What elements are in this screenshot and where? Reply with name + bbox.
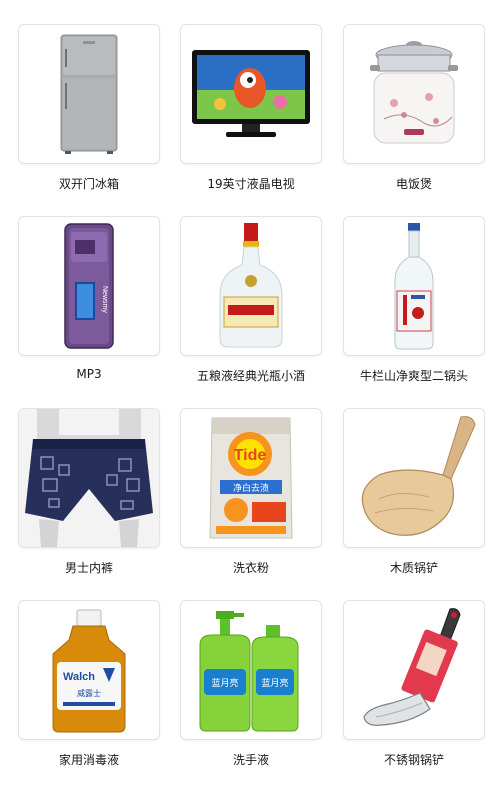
- product-card-refrigerator[interactable]: 双开门冰箱: [18, 24, 162, 192]
- tide-subtitle: 净白去渍: [233, 482, 269, 494]
- product-label[interactable]: 家用消毒液: [18, 751, 160, 768]
- product-card-lcd-tv[interactable]: 19英寸液晶电视: [180, 24, 324, 192]
- mp3-brand: Newsmy: [101, 286, 108, 313]
- disinfectant-bottle-icon: Walch 威露士: [52, 609, 126, 733]
- hand-soap-icon: 蓝月亮 蓝月亮: [199, 611, 299, 732]
- wooden-spatula-icon: [361, 416, 476, 536]
- steel-spatula-icon: [363, 608, 461, 726]
- product-label[interactable]: 双开门冰箱: [18, 175, 160, 192]
- product-card-erguotou[interactable]: 牛栏山净爽型二锅头: [343, 216, 487, 384]
- product-label[interactable]: 不锈钢锅铲: [343, 751, 485, 768]
- mp3-player-icon: Newsmy: [64, 223, 114, 349]
- product-card-wuliangye[interactable]: 五粮液经典光瓶小酒: [180, 216, 324, 384]
- product-label[interactable]: 洗衣粉: [180, 559, 322, 576]
- product-card-rice-cooker[interactable]: 电饭煲: [343, 24, 487, 192]
- product-thumbnail[interactable]: [18, 408, 160, 548]
- lcd-tv-icon: [192, 50, 310, 137]
- product-card-underwear[interactable]: 男士内裤: [18, 408, 162, 576]
- lanyueliang-logo-1: 蓝月亮: [211, 677, 238, 689]
- product-thumbnail[interactable]: 蓝月亮 蓝月亮: [180, 600, 322, 740]
- tide-logo: Tide: [234, 447, 267, 464]
- refrigerator-icon: [60, 34, 118, 154]
- laundry-detergent-icon: Tide 净白去渍: [209, 417, 293, 539]
- erguotou-bottle-icon: [394, 223, 434, 350]
- product-thumbnail[interactable]: [343, 216, 485, 356]
- product-thumbnail[interactable]: Newsmy: [18, 216, 160, 356]
- walch-logo: Walch: [63, 671, 95, 683]
- product-card-disinfectant[interactable]: Walch 威露士 家用消毒液: [18, 600, 162, 768]
- product-label[interactable]: 男士内裤: [18, 559, 160, 576]
- product-card-wooden-spatula[interactable]: 木质锅铲: [343, 408, 487, 576]
- product-thumbnail[interactable]: [343, 600, 485, 740]
- product-label[interactable]: 木质锅铲: [343, 559, 485, 576]
- product-label[interactable]: 五粮液经典光瓶小酒: [180, 367, 322, 384]
- product-thumbnail[interactable]: Tide 净白去渍: [180, 408, 322, 548]
- product-card-mp3[interactable]: Newsmy MP3: [18, 216, 162, 381]
- rice-cooker-icon: [370, 41, 458, 144]
- product-card-hand-soap[interactable]: 蓝月亮 蓝月亮 洗手液: [180, 600, 324, 768]
- walch-subtitle: 威露士: [77, 688, 101, 698]
- product-label[interactable]: MP3: [18, 367, 160, 381]
- product-label[interactable]: 电饭煲: [343, 175, 485, 192]
- liquor-bottle-icon: [219, 223, 283, 348]
- lanyueliang-logo-2: 蓝月亮: [261, 677, 288, 689]
- product-thumbnail[interactable]: [18, 24, 160, 164]
- product-label[interactable]: 19英寸液晶电视: [180, 175, 322, 192]
- product-thumbnail[interactable]: [343, 24, 485, 164]
- product-thumbnail[interactable]: [343, 408, 485, 548]
- product-grid: 双开门冰箱 19英寸液晶电视 电饭煲 Newsmy MP3 五粮液经典光瓶小酒 …: [0, 0, 500, 800]
- men-underwear-icon: [19, 409, 159, 547]
- product-card-detergent[interactable]: Tide 净白去渍 洗衣粉: [180, 408, 324, 576]
- product-thumbnail[interactable]: [180, 24, 322, 164]
- product-card-steel-spatula[interactable]: 不锈钢锅铲: [343, 600, 487, 768]
- product-label[interactable]: 牛栏山净爽型二锅头: [343, 367, 485, 384]
- product-thumbnail[interactable]: [180, 216, 322, 356]
- product-thumbnail[interactable]: Walch 威露士: [18, 600, 160, 740]
- product-label[interactable]: 洗手液: [180, 751, 322, 768]
